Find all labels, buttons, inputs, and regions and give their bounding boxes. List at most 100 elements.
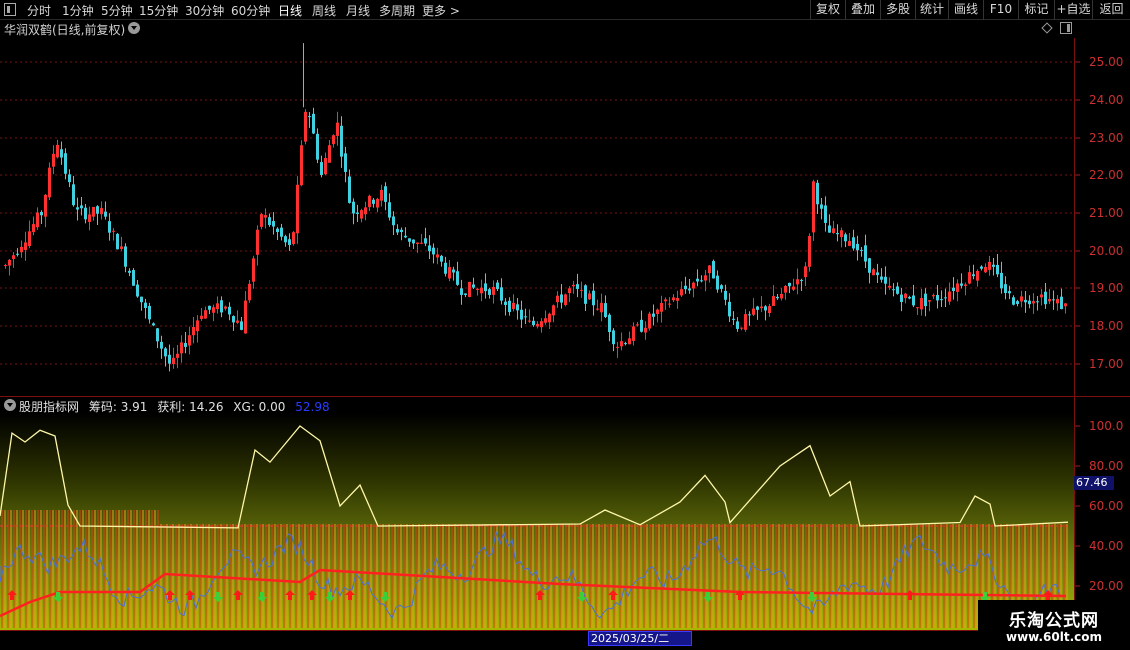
candle-body [384,186,387,202]
candle-body [224,306,227,309]
candle-body [540,321,543,328]
candle-body [456,271,459,285]
candle-body [496,282,499,289]
candle-body [504,301,507,306]
candle-body [952,287,955,291]
indicator-value-extra: 52.98 [295,400,330,414]
candle-body [264,215,267,218]
candle-body [708,265,711,274]
candle-body [828,225,831,233]
candle-body [904,293,907,299]
candle-body [580,289,583,291]
candle-body [976,270,979,281]
main-grid [0,61,1074,365]
candle-body [340,125,343,157]
candle-body [532,320,535,326]
candle-body [100,208,103,215]
date-axis [0,630,1130,650]
candle-body [928,300,931,302]
y-tick-label: 20.00 [1089,579,1123,593]
candle-body [812,181,815,233]
candle-body [836,233,839,235]
candle-body [132,270,135,286]
candle-body [228,306,231,315]
candle-body [440,255,443,262]
candle-body [640,319,643,332]
candle-body [632,326,635,341]
candle-body [64,153,67,174]
candle-body [620,341,623,347]
candle-body [156,328,159,342]
candle-body [968,272,971,284]
candle-body [780,293,783,299]
candle-body [460,288,463,295]
candle-body [896,286,899,294]
candle-body [536,323,539,327]
candle-body [192,326,195,336]
candle-body [120,246,123,249]
candle-body [840,230,843,238]
candle-body [28,231,31,247]
candle-body [744,314,747,330]
candle-body [76,207,79,210]
candle-body [1008,291,1011,294]
candle-body [164,348,167,357]
candle-body [388,202,391,218]
candle-body [508,300,511,313]
candle-body [380,189,383,201]
y-tick-label: 100.0 [1089,419,1123,433]
candle-body [80,205,83,209]
candle-body [600,302,603,313]
candle-body [1004,284,1007,294]
indicator-dropdown-icon[interactable] [4,399,16,411]
candle-body [924,293,927,307]
candle-body [416,242,419,244]
candle-body [900,294,903,302]
candle-body [276,228,279,233]
candle-body [168,354,171,364]
candle-body [528,320,531,322]
candle-body [316,133,319,160]
candle-body [964,284,967,286]
candle-body [332,135,335,145]
candle-body [208,305,211,310]
candle-body [880,276,883,280]
candle-body [8,259,11,266]
candle-body [248,283,251,301]
candle-body [860,249,863,251]
y-tick-label: 21.00 [1089,206,1123,220]
candle-body [944,297,947,299]
y-tick-label: 19.00 [1089,281,1123,295]
candle-body [72,184,75,206]
candle-body [396,228,399,233]
candle-body [560,294,563,303]
candle-body [296,184,299,234]
candle-body [940,299,943,301]
candle-body [1024,299,1027,303]
candle-body [444,262,447,274]
candle-body [844,234,847,242]
candle-body [160,341,163,349]
candle-body [216,303,219,310]
candle-body [652,313,655,317]
candle-body [516,304,519,311]
candle-body [328,145,331,163]
y-tick-label: 20.00 [1089,244,1123,258]
candle-body [808,235,811,267]
candle-body [188,335,191,346]
candle-body [912,295,915,306]
candle-body [876,272,879,276]
candle-body [688,288,691,291]
candle-body [768,306,771,314]
candle-body [992,264,995,267]
candle-body [240,321,243,330]
candle-body [592,290,595,306]
candle-body [1028,300,1031,305]
candle-body [432,247,435,255]
candle-body [280,227,283,237]
candle-body [400,229,403,233]
candle-body [660,302,663,312]
candle-body [464,293,467,296]
candle-body [872,269,875,276]
candle-body [348,176,351,203]
